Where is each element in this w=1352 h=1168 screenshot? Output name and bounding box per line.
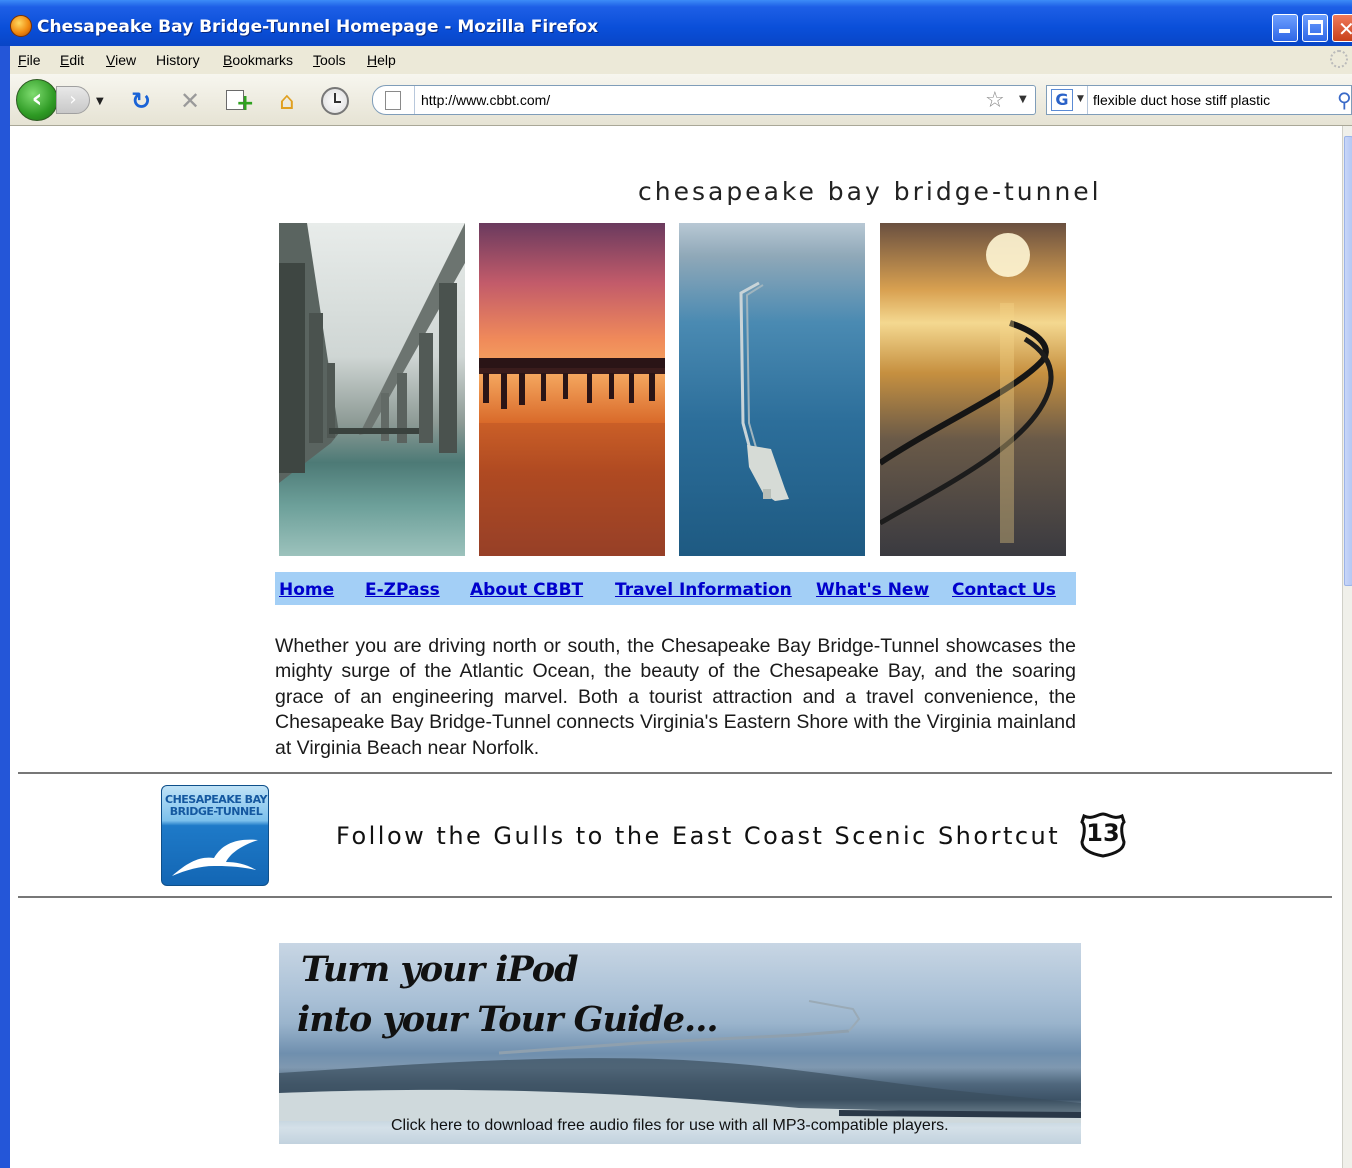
url-bar[interactable]: http://www.cbbt.com/ ☆ ▼ bbox=[372, 85, 1036, 115]
vertical-scrollbar[interactable] bbox=[1342, 126, 1352, 1168]
menu-tools[interactable]: Tools bbox=[313, 52, 346, 68]
history-dropdown-icon[interactable]: ▼ bbox=[96, 96, 104, 107]
plus-icon: + bbox=[236, 91, 255, 116]
search-bar[interactable]: G ▼ flexible duct hose stiff plastic ⚲ bbox=[1046, 85, 1352, 115]
browser-window: Chesapeake Bay Bridge-Tunnel Homepage - … bbox=[0, 0, 1352, 1168]
bridge-photo-3 bbox=[679, 223, 865, 556]
url-input[interactable]: http://www.cbbt.com/ bbox=[421, 92, 550, 108]
url-dropdown-icon[interactable]: ▼ bbox=[1019, 94, 1027, 105]
title-bar[interactable]: Chesapeake Bay Bridge-Tunnel Homepage - … bbox=[0, 0, 1352, 46]
home-button[interactable]: ⌂ bbox=[272, 86, 302, 116]
route-number: 13 bbox=[1086, 819, 1120, 847]
back-button[interactable]: ‹ bbox=[16, 79, 58, 121]
page-content: chesapeake bay bridge-tunnel Home E-ZPas… bbox=[10, 126, 1342, 1168]
menu-edit[interactable]: Edit bbox=[60, 52, 84, 68]
bridge-photo-2 bbox=[479, 223, 665, 556]
ipod-tour-banner[interactable]: Turn your iPod into your Tour Guide... C… bbox=[279, 943, 1081, 1144]
maximize-icon bbox=[1308, 20, 1323, 35]
cbbt-logo[interactable]: CHESAPEAKE BAY BRIDGE-TUNNEL bbox=[161, 785, 269, 886]
nav-home-link[interactable]: Home bbox=[279, 580, 334, 600]
menu-file[interactable]: File bbox=[18, 52, 41, 68]
clock-hand bbox=[334, 101, 341, 103]
site-title: chesapeake bay bridge-tunnel bbox=[638, 177, 1102, 206]
bookmark-star-icon[interactable]: ☆ bbox=[985, 88, 1005, 113]
gull-icon bbox=[172, 839, 258, 876]
tagline: Follow the Gulls to the East Coast Sceni… bbox=[336, 822, 1061, 850]
url-separator bbox=[414, 86, 415, 114]
nav-about-link[interactable]: About CBBT bbox=[470, 580, 583, 600]
page-favicon-icon bbox=[385, 91, 401, 110]
navigation-toolbar: ‹ › ▼ ↻ ✕ + ⌂ http://www.cbbt.com/ ☆ ▼ G… bbox=[10, 74, 1352, 126]
menu-history[interactable]: History bbox=[156, 52, 200, 68]
menu-view[interactable]: View bbox=[106, 52, 136, 68]
logo-text-line-2: BRIDGE-TUNNEL bbox=[169, 805, 263, 818]
maximize-button[interactable] bbox=[1302, 14, 1328, 42]
bridge-photo-1 bbox=[279, 223, 465, 556]
bridge-photo-4 bbox=[880, 223, 1066, 556]
search-input[interactable]: flexible duct hose stiff plastic bbox=[1093, 92, 1270, 108]
google-engine-icon[interactable]: G bbox=[1051, 89, 1073, 111]
stop-button[interactable]: ✕ bbox=[175, 86, 205, 116]
search-separator bbox=[1087, 86, 1088, 114]
menu-bar: File Edit View History Bookmarks Tools H… bbox=[10, 46, 1352, 74]
new-tab-button[interactable]: + bbox=[222, 86, 255, 116]
intro-paragraph: Whether you are driving north or south, … bbox=[275, 635, 1076, 759]
menu-bookmarks[interactable]: Bookmarks bbox=[223, 52, 293, 68]
nav-whats-new-link[interactable]: What's New bbox=[816, 580, 929, 600]
banner-headline-2: into your Tour Guide... bbox=[297, 999, 719, 1040]
minimize-icon bbox=[1279, 29, 1290, 33]
history-button[interactable] bbox=[320, 86, 350, 116]
nav-travel-info-link[interactable]: Travel Information bbox=[615, 580, 792, 600]
menu-help[interactable]: Help bbox=[367, 52, 396, 68]
reload-button[interactable]: ↻ bbox=[126, 86, 156, 116]
close-button[interactable]: ✕ bbox=[1332, 14, 1352, 42]
banner-caption: Click here to download free audio files … bbox=[391, 1117, 949, 1134]
close-icon: ✕ bbox=[1338, 17, 1352, 41]
window-title: Chesapeake Bay Bridge-Tunnel Homepage - … bbox=[37, 17, 599, 37]
forward-button[interactable]: › bbox=[56, 86, 90, 114]
nav-ezpass-link[interactable]: E-ZPass bbox=[365, 580, 440, 600]
minimize-button[interactable] bbox=[1272, 14, 1298, 42]
scrollbar-thumb[interactable] bbox=[1344, 136, 1352, 586]
activity-throbber-icon bbox=[1330, 50, 1348, 68]
engine-dropdown-icon[interactable]: ▼ bbox=[1077, 94, 1084, 104]
main-navigation: Home E-ZPass About CBBT Travel Informati… bbox=[275, 572, 1076, 605]
banner-headline-1: Turn your iPod bbox=[301, 949, 579, 990]
divider-top bbox=[18, 772, 1332, 774]
firefox-icon bbox=[10, 15, 32, 37]
nav-contact-link[interactable]: Contact Us bbox=[952, 580, 1056, 600]
divider-bottom bbox=[18, 896, 1332, 898]
logo-text: CHESAPEAKE BAY BRIDGE-TUNNEL bbox=[165, 794, 268, 818]
search-icon[interactable]: ⚲ bbox=[1337, 88, 1352, 112]
